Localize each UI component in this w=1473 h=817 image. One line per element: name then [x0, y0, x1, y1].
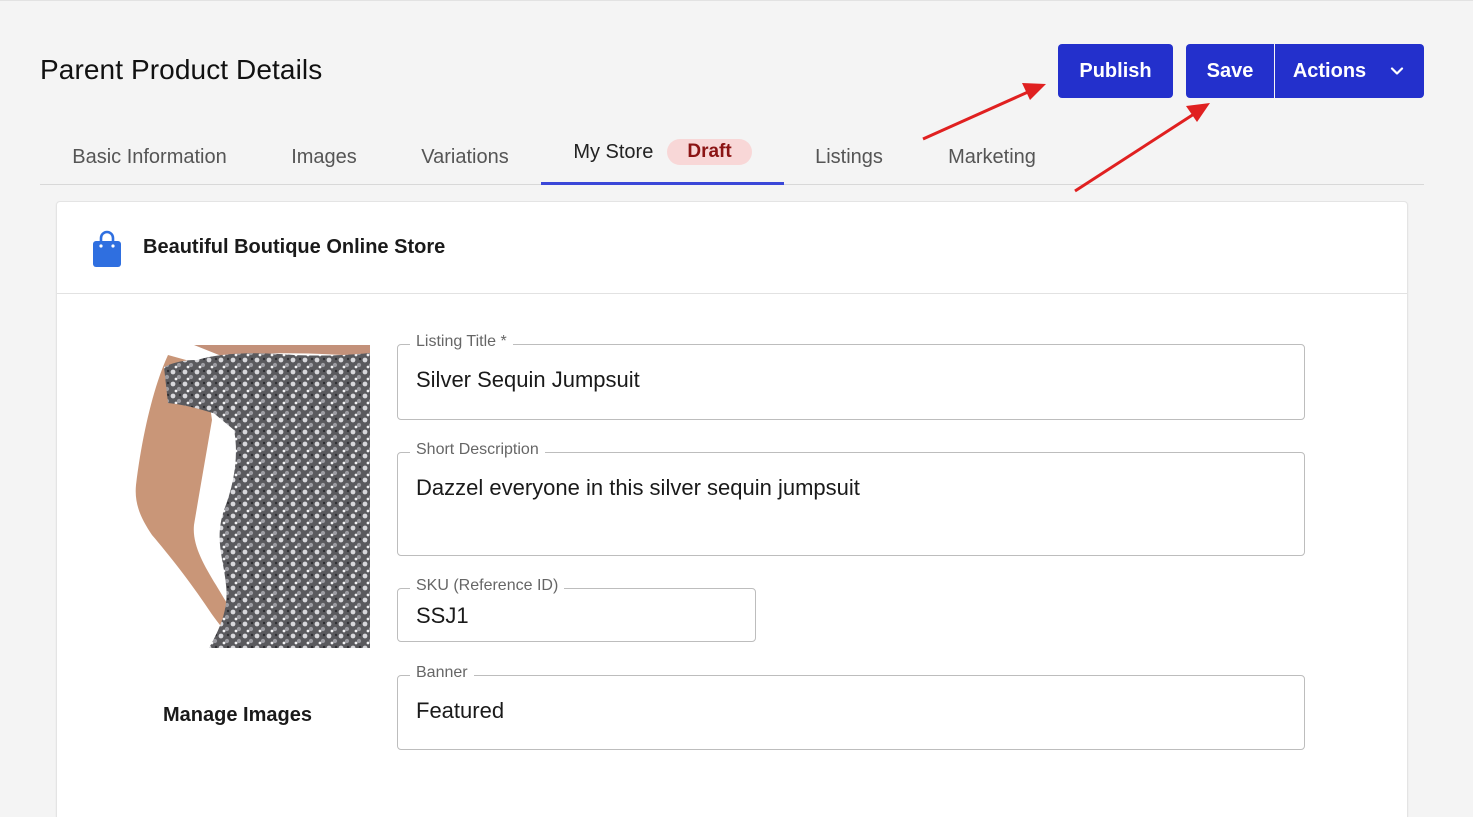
banner-field[interactable]: Banner Featured: [397, 664, 1305, 750]
page-title: Parent Product Details: [40, 54, 323, 85]
product-image[interactable]: [134, 345, 370, 648]
draft-status-badge: Draft: [667, 139, 752, 165]
short-description-value: Dazzel everyone in this silver sequin ju…: [416, 475, 860, 500]
tab-basic-information[interactable]: Basic Information: [72, 130, 227, 185]
banner-label: Banner: [410, 664, 474, 682]
shopping-bag-icon: [93, 230, 121, 267]
actions-label: Actions: [1292, 59, 1367, 82]
tab-my-store-label: My Store: [573, 140, 654, 163]
store-card-header: Beautiful Boutique Online Store: [57, 202, 1407, 294]
chevron-down-icon: [1391, 67, 1404, 75]
page: Parent Product Details Publish Save Acti…: [0, 0, 1473, 817]
banner-value: Featured: [416, 698, 505, 723]
short-description-field[interactable]: Short Description Dazzel everyone in thi…: [397, 441, 1305, 556]
listing-title-field[interactable]: Listing Title * Silver Sequin Jumpsuit: [397, 333, 1305, 420]
tab-variations[interactable]: Variations: [420, 130, 510, 185]
jumpsuit-photo: [134, 345, 370, 648]
tab-bar: Basic Information Images Variations My S…: [40, 130, 1424, 185]
store-card: Beautiful Boutique Online Store Manage I…: [56, 201, 1408, 817]
manage-images-link[interactable]: Manage Images: [163, 704, 312, 727]
tab-my-store[interactable]: My Store Draft: [541, 130, 784, 185]
sku-value: SSJ1: [416, 603, 469, 628]
publish-button[interactable]: Publish: [1058, 44, 1173, 98]
listing-title-value: Silver Sequin Jumpsuit: [416, 367, 640, 392]
sku-label: SKU (Reference ID): [410, 577, 565, 595]
actions-dropdown-button[interactable]: Actions: [1275, 44, 1424, 98]
short-description-label: Short Description: [410, 441, 545, 459]
tab-marketing[interactable]: Marketing: [946, 130, 1038, 185]
top-divider: [0, 0, 1473, 1]
store-name: Beautiful Boutique Online Store: [143, 236, 446, 258]
sku-field[interactable]: SKU (Reference ID) SSJ1: [397, 577, 756, 642]
listing-title-label: Listing Title *: [410, 333, 513, 351]
tab-listings[interactable]: Listings: [815, 130, 883, 185]
tab-images[interactable]: Images: [291, 130, 357, 185]
save-button[interactable]: Save: [1186, 44, 1274, 98]
